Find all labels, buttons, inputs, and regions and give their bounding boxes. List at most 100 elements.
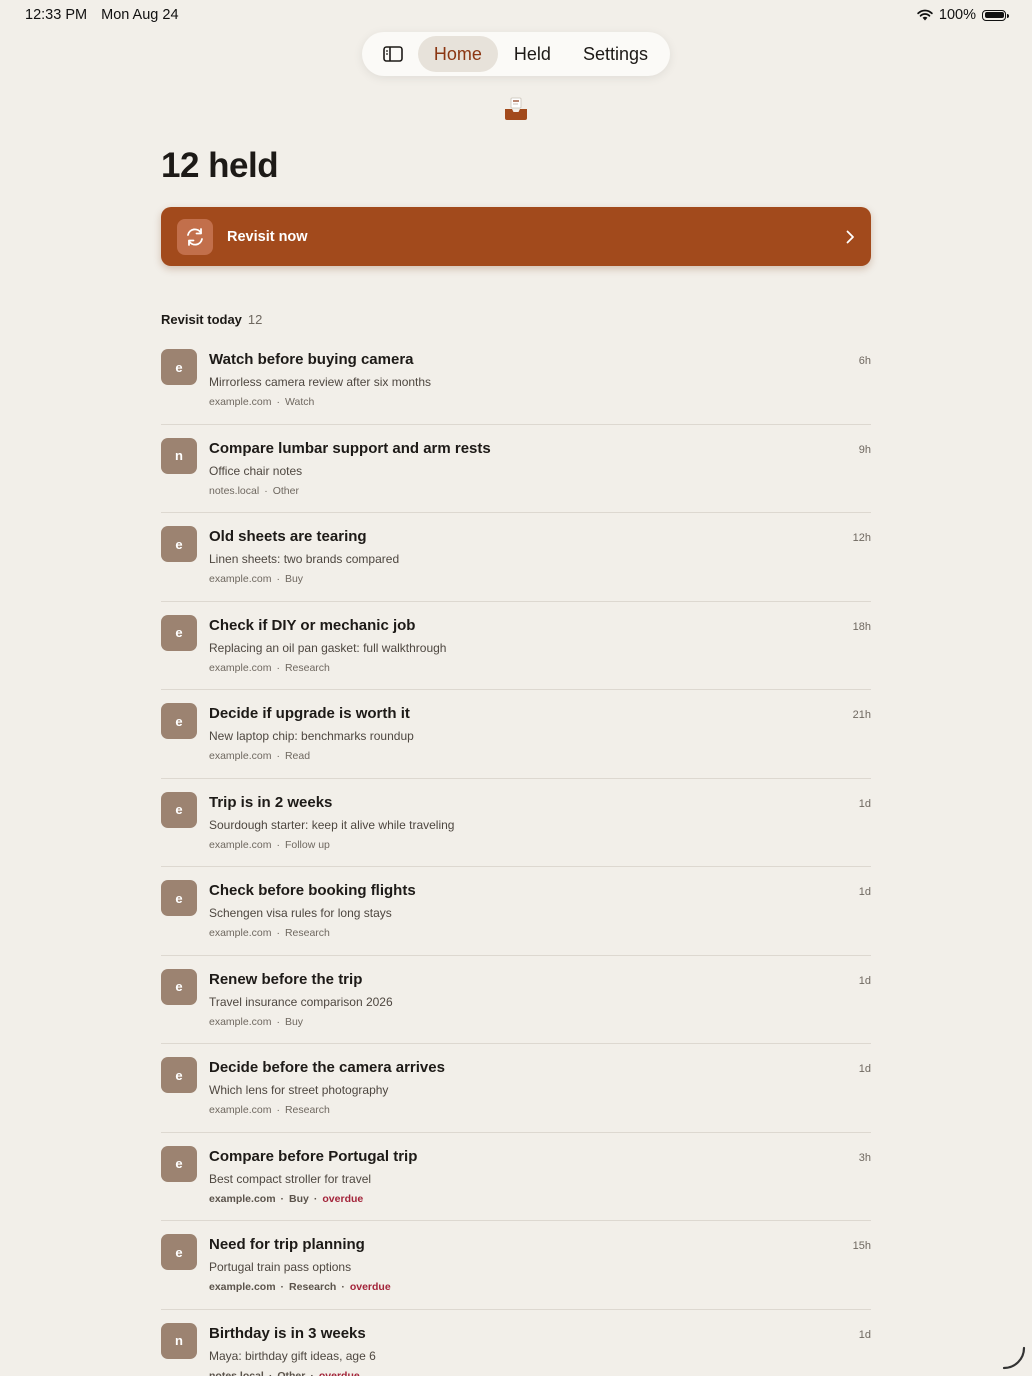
meta-separator: · [276,1015,280,1028]
item-age: 6h [858,355,871,367]
item-source: example.com [209,1192,276,1205]
item-category: Read [284,750,311,762]
meta-separator: · [276,750,280,762]
item-title: Birthday is in 3 weeks [209,1324,366,1342]
avatar: e [161,526,197,562]
list-item[interactable]: e Need for trip planning Portugal train pa… [161,1221,871,1310]
item-meta: example.com · Buy [209,573,303,585]
item-category: Other [272,484,299,497]
list-item[interactable]: e Trip is in 2 weeks Sourdough starter: ke… [161,779,871,867]
section-label: Revisit today [161,312,242,327]
item-age: 1d [858,886,871,898]
item-subtitle: Linen sheets: two brands compared [209,552,400,566]
item-age: 3h [858,1151,871,1164]
inbox-tray-icon [505,97,527,120]
meta-separator: · [264,484,268,497]
list-item[interactable]: n Compare lumbar support and arm rests Off… [161,425,871,513]
meta-separator: · [276,838,280,851]
item-age: 21h [852,709,871,721]
app-window: 12:33 PM Mon Aug 24 100% Home Held Setti… [0,0,1032,1376]
list-item[interactable]: e Check if DIY or mechanic job Replacing a… [161,602,871,690]
avatar: n [161,1322,197,1359]
avatar: e [161,349,197,385]
item-title: Compare lumbar support and arm rests [209,439,491,457]
item-title: Need for trip planning [209,1236,365,1253]
item-source: example.com [209,396,272,408]
list-item[interactable]: e Renew before the trip Travel insurance c… [161,956,871,1044]
item-subtitle: Office chair notes [209,463,303,478]
item-subtitle: Replacing an oil pan gasket: full walkth… [209,640,447,655]
item-title: Trip is in 2 weeks [209,793,333,811]
overdue-badge: overdue [318,1369,360,1376]
section-count: 12 [247,312,263,327]
meta-separator: · [280,1281,285,1293]
item-category: Research [284,927,330,939]
tab-settings[interactable]: Settings [567,36,664,72]
item-meta: notes.local · Other · overdue [209,1370,360,1376]
item-meta: example.com · Research [209,662,330,674]
meta-separator: · [276,661,280,674]
tab-held[interactable]: Held [498,36,567,72]
status-bar: 12:33 PM Mon Aug 24 100% [25,7,1009,27]
item-source: example.com [209,573,272,585]
item-title: Check if DIY or mechanic job [209,616,416,634]
item-category: Research [284,1104,330,1116]
meta-separator: · [276,1104,280,1116]
item-title: Old sheets are tearing [209,528,367,545]
item-title: Check before booking flights [209,882,416,899]
item-subtitle: Mirrorless camera review after six month… [209,375,432,389]
revisit-now-label: Revisit now [227,228,308,245]
item-subtitle: Travel insurance comparison 2026 [209,994,393,1009]
meta-separator: · [280,1192,285,1205]
item-title: Decide if upgrade is worth it [209,705,410,722]
refresh-icon [177,218,213,255]
tab-home[interactable]: Home [417,36,498,72]
item-subtitle: Sourdough starter: keep it alive while t… [209,817,455,832]
item-category: Research [289,1281,337,1293]
status-date: Mon Aug 24 [101,7,179,23]
chevron-right-icon [846,230,854,243]
item-source: example.com [209,1104,272,1116]
overdue-badge: overdue [349,1281,391,1293]
meta-separator: · [268,1369,273,1376]
item-age: 18h [852,620,871,633]
list-item[interactable]: n Birthday is in 3 weeks Maya: birthday gi… [161,1310,871,1376]
list-item[interactable]: e Check before booking flights Schengen vi… [161,867,871,956]
item-age: 9h [858,443,871,456]
item-subtitle: Best compact stroller for travel [209,1171,372,1186]
meta-separator: · [276,573,280,585]
avatar: e [161,614,197,651]
item-source: example.com [209,838,272,851]
list-item[interactable]: e Decide before the camera arrives Which l… [161,1044,871,1133]
list-item[interactable]: e Watch before buying camera Mirrorless ca… [161,336,871,425]
list-item[interactable]: e Decide if upgrade is worth it New laptop… [161,690,871,779]
item-category: Research [284,661,330,674]
item-title: Compare before Portugal trip [209,1147,418,1165]
item-category: Buy [284,1015,304,1028]
item-source: example.com [209,1015,272,1028]
item-source: example.com [209,1281,276,1293]
item-age: 1d [858,974,871,987]
sidebar-toggle-button[interactable] [368,36,418,72]
meta-separator: · [276,927,280,939]
battery-percent: 100% [938,7,976,23]
list-item[interactable]: e Compare before Portugal trip Best compac… [161,1133,871,1221]
item-subtitle: Portugal train pass options [209,1260,352,1274]
avatar: e [161,968,197,1005]
page-title: 12 held [161,146,279,185]
revisit-now-button[interactable]: Revisit now [161,207,871,266]
item-title: Renew before the trip [209,970,363,988]
top-nav: Home Held Settings [362,32,670,76]
avatar: e [161,1145,197,1182]
item-subtitle: Which lens for street photography [209,1083,389,1097]
item-meta: example.com · Buy [209,1016,303,1028]
avatar: e [161,791,197,828]
list-item[interactable]: e Old sheets are tearing Linen sheets: two… [161,513,871,602]
item-subtitle: New laptop chip: benchmarks roundup [209,729,414,743]
item-age: 1d [858,1063,871,1075]
item-meta: example.com · Research [209,927,330,939]
item-category: Watch [284,396,315,408]
revisit-list: e Watch before buying camera Mirrorless ca… [161,336,871,1376]
item-source: example.com [209,661,272,674]
avatar: e [161,703,197,739]
